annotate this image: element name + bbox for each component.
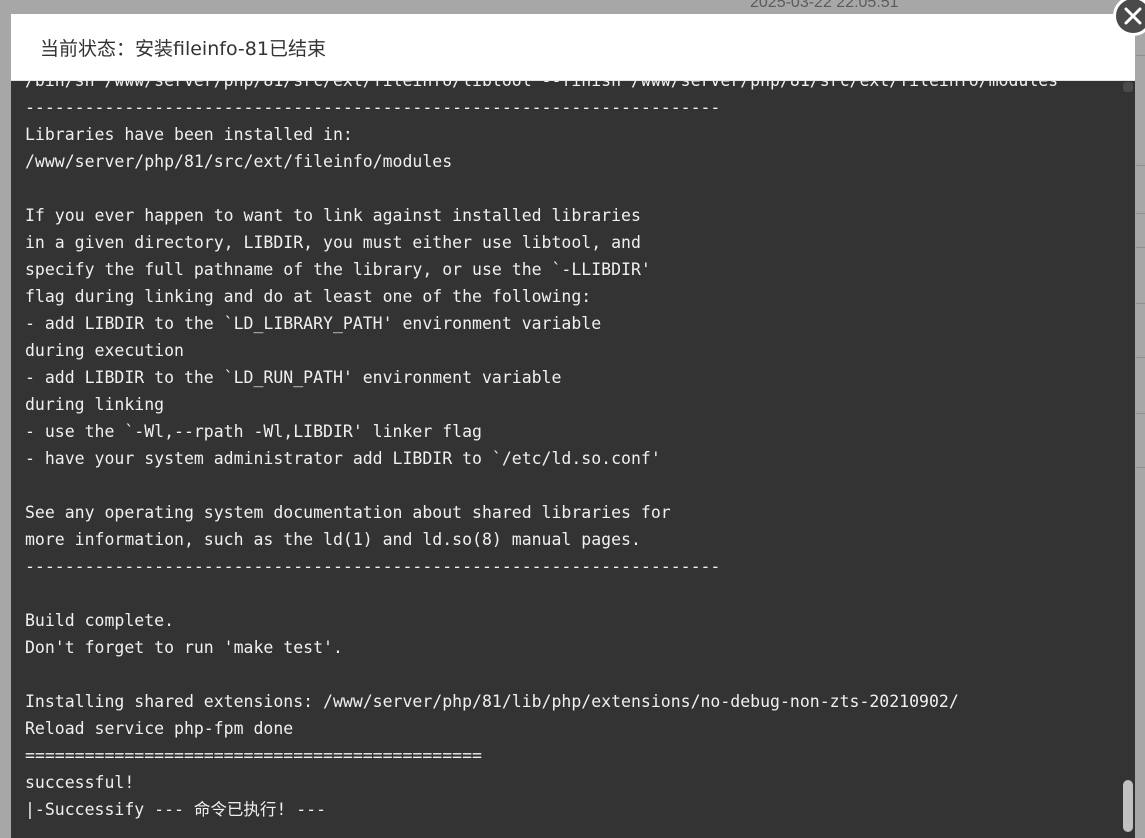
background-timestamp: 2025-03-22 22:05:51	[750, 0, 899, 11]
background-divider	[1136, 357, 1145, 358]
background-divider	[1136, 467, 1145, 468]
background-divider	[1136, 55, 1145, 56]
background-divider	[1136, 213, 1145, 214]
scrollbar-arrow-up[interactable]	[1123, 82, 1133, 92]
background-divider	[1136, 413, 1145, 414]
background-divider	[1136, 303, 1145, 304]
background-divider	[1136, 247, 1145, 248]
install-status-dialog: 当前状态：安装fileinfo-81已结束 /bin/sh /www/serve…	[11, 14, 1135, 838]
dialog-title: 当前状态：安装fileinfo-81已结束	[40, 38, 326, 60]
background-divider	[1136, 165, 1145, 166]
terminal-scrollbar[interactable]	[1121, 80, 1135, 838]
dialog-header: 当前状态：安装fileinfo-81已结束	[11, 14, 1135, 81]
close-icon	[1124, 7, 1142, 25]
terminal-log-text: /bin/sh /www/server/php/81/src/ext/filei…	[25, 80, 1059, 819]
scrollbar-thumb[interactable]	[1123, 780, 1133, 832]
terminal-output[interactable]: /bin/sh /www/server/php/81/src/ext/filei…	[11, 80, 1121, 838]
